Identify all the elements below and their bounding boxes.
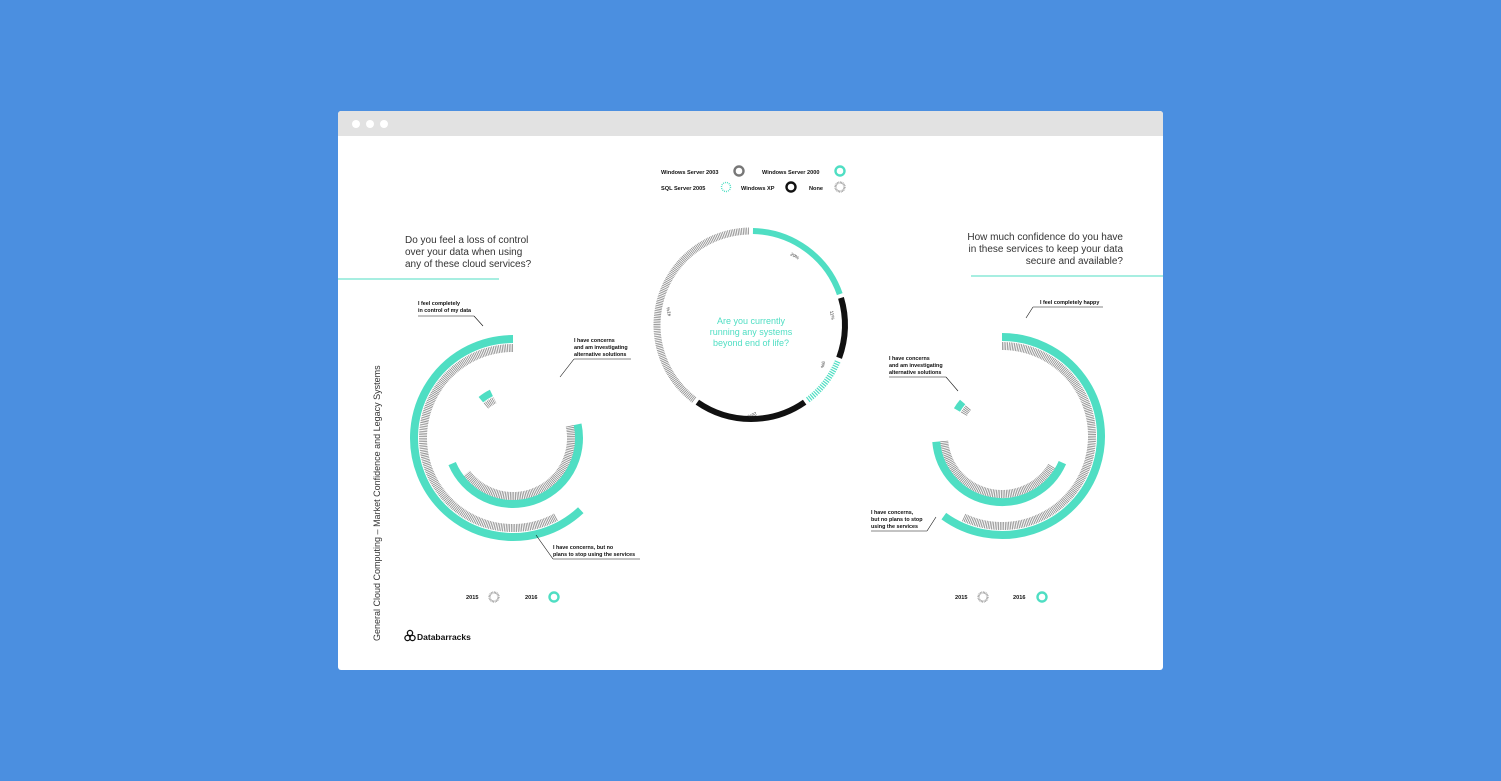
legend-label-ws2003: Windows Server 2003 [661,170,718,176]
left-label-in-control: I feel completely [418,301,460,307]
legend-label-none: None [809,186,823,192]
leader-line [926,516,937,532]
radial-bar-investigating-2015 [960,404,972,416]
right-question-line: secure and available? [1026,256,1124,267]
black-ring-icon [785,181,797,193]
center-question-line: running any systems [710,327,793,337]
left-label-no-plans: plans to stop using the services [553,552,635,558]
teal-ring-icon [1036,591,1048,603]
brand-logo[interactable]: Databarracks [404,629,471,642]
donut-pct-label: 20% [790,252,800,261]
year-label: 2016 [525,595,537,601]
hatched-ring-icon [834,181,846,193]
center-question-line: Are you currently [717,316,786,326]
radial-bar-investigating-2016 [478,389,493,403]
radial-bar-happy-2016 [941,333,1105,539]
right-label-investigating: and am investigating [889,363,943,369]
leader-line [535,534,554,560]
donut-pct-label: 9% [820,361,826,368]
leader-line [473,315,484,327]
right-year-legend: 2015 2016 [955,591,1048,603]
browser-window: Windows Server 2003 Windows Server 2000 … [338,111,1163,670]
radial-bar-investigating-2015 [483,396,497,409]
leader-line [559,358,575,378]
legend-label-sql2005: SQL Server 2005 [661,186,705,192]
left-label-investigating: I have concerns [574,338,615,344]
right-question-line: How much confidence do you have [967,232,1123,243]
donut-pct-label: 11% [829,310,835,320]
side-title: General Cloud Computing – Market Confide… [372,365,382,641]
right-question-line: in these services to keep your data [968,244,1123,255]
grey-ring-icon [733,165,745,177]
hatched-ring-icon [488,591,500,603]
infographic-canvas: Windows Server 2003 Windows Server 2000 … [338,165,1163,642]
leader-line [1025,306,1034,319]
year-label: 2015 [466,595,478,601]
right-label-investigating: alternative solutions [889,370,941,376]
databarracks-logo-icon [404,629,416,642]
year-label: 2015 [955,595,967,601]
donut-pct-label: 41% [665,307,672,317]
left-label-in-control: in control of my data [418,308,472,314]
left-radial-chart [410,335,584,541]
year-label: 2016 [1013,595,1025,601]
radial-bar-in-control-2016 [410,335,584,541]
donut-segment-ws2000 [752,228,843,296]
donut-segment-winxp [836,296,848,359]
right-label-no-plans: I have concerns, [871,510,914,516]
center-donut-chart: 20% 11% 9% 20% 41% Are you currently run… [653,227,848,422]
brand-name: Databarracks [417,632,471,642]
center-question-line: beyond end of life? [713,338,789,348]
left-label-investigating: and am investigating [574,345,628,351]
leader-line [945,376,959,392]
radial-bar-investigating-2016 [953,399,966,412]
left-label-no-plans: I have concerns, but no [553,545,614,551]
right-label-no-plans: but no plans to stop [871,517,923,523]
left-question-line: over your data when using [405,247,522,258]
left-question-line: any of these cloud services? [405,259,532,270]
right-label-no-plans: using the services [871,524,918,530]
teal-dotted-ring-icon [720,181,732,193]
left-question-line: Do you feel a loss of control [405,235,528,246]
right-label-happy: I feel completely happy [1040,300,1099,306]
teal-ring-icon [548,591,560,603]
left-year-legend: 2015 2016 [466,591,560,603]
hatched-ring-icon [977,591,989,603]
legend-label-winxp: Windows XP [741,186,775,192]
legend-label-ws2000: Windows Server 2000 [762,170,819,176]
right-label-investigating: I have concerns [889,356,930,362]
legend: Windows Server 2003 Windows Server 2000 … [661,165,846,193]
right-radial-chart [932,333,1105,539]
left-question: Do you feel a loss of control over your … [338,235,532,280]
left-label-investigating: alternative solutions [574,352,626,358]
right-question: How much confidence do you have in these… [967,232,1163,277]
teal-ring-icon [834,165,846,177]
